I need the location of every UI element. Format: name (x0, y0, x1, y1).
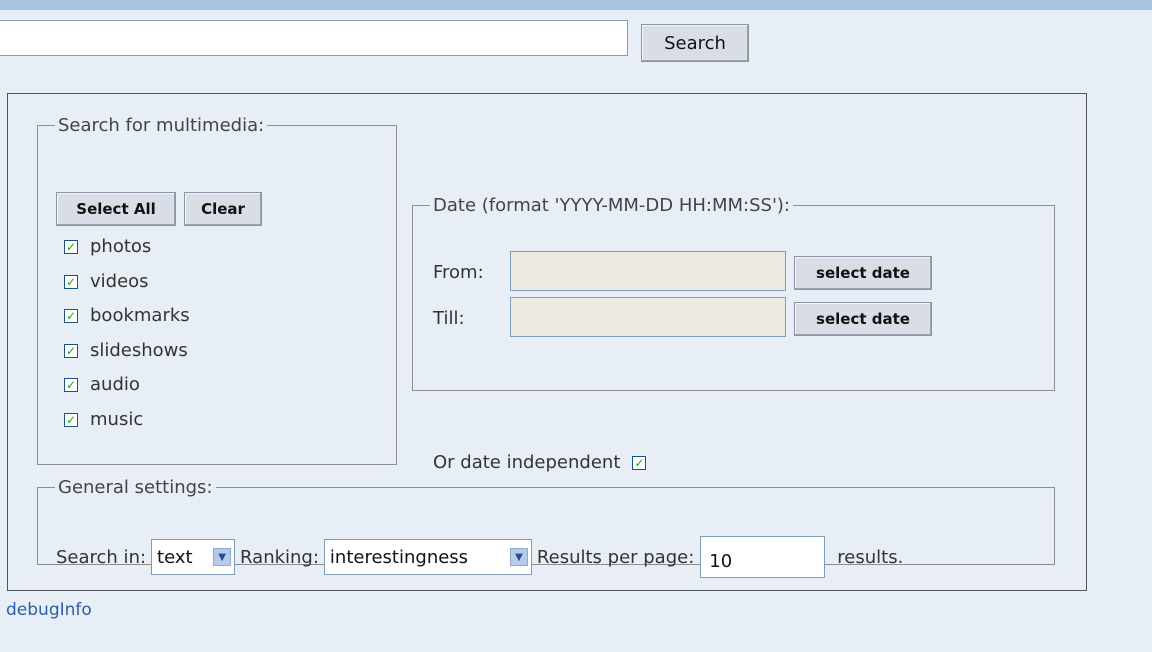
multimedia-group: Search for multimedia: Select All Clear … (37, 115, 397, 465)
bookmarks-checkbox[interactable]: ✓ (64, 309, 78, 323)
photos-label: photos (90, 236, 152, 257)
chevron-down-icon[interactable]: ▼ (509, 548, 528, 566)
search-options-panel: Search for multimedia: Select All Clear … (7, 93, 1087, 591)
search-input[interactable] (0, 20, 628, 56)
from-date-input[interactable] (510, 251, 786, 291)
media-item-music[interactable]: ✓ music (64, 409, 190, 444)
slideshows-checkbox[interactable]: ✓ (64, 343, 78, 358)
videos-checkbox[interactable]: ✓ (64, 274, 78, 289)
search-button[interactable]: Search (641, 24, 749, 62)
videos-label: videos (90, 270, 149, 292)
select-all-button[interactable]: Select All (56, 192, 176, 226)
audio-label: audio (90, 374, 140, 395)
search-in-select[interactable]: text ▼ (151, 539, 236, 575)
media-item-bookmarks[interactable]: ✓ bookmarks (64, 305, 190, 340)
clear-button[interactable]: Clear (184, 192, 262, 226)
music-label: music (90, 408, 144, 430)
multimedia-legend: Search for multimedia: (58, 115, 265, 136)
media-item-audio[interactable]: ✓ audio (64, 374, 190, 409)
media-item-videos[interactable]: ✓ videos (64, 271, 190, 306)
ranking-value: interestingness (329, 546, 469, 568)
results-suffix: results. (837, 546, 904, 568)
from-select-date-button[interactable]: select date (794, 256, 932, 290)
audio-checkbox[interactable]: ✓ (64, 378, 78, 392)
top-bar (0, 0, 1152, 10)
from-label: From: (433, 262, 484, 283)
slideshows-label: slideshows (90, 339, 188, 361)
date-group: Date (format 'YYYY-MM-DD HH:MM:SS'): Fro… (412, 195, 1055, 473)
date-independent-label: Or date independent (433, 452, 621, 473)
till-select-date-button[interactable]: select date (794, 302, 932, 336)
chevron-down-icon[interactable]: ▼ (213, 548, 232, 566)
photos-checkbox[interactable]: ✓ (64, 240, 78, 254)
till-date-input[interactable] (510, 297, 786, 337)
till-label: Till: (433, 308, 465, 329)
general-settings-group: General settings: Search in: text ▼ Rank… (37, 477, 1055, 578)
debug-info-link[interactable]: debugInfo (6, 600, 92, 620)
media-item-photos[interactable]: ✓ photos (64, 236, 190, 271)
ranking-label: Ranking: (240, 546, 319, 568)
date-independent-checkbox[interactable]: ✓ (632, 455, 647, 470)
music-checkbox[interactable]: ✓ (64, 412, 78, 427)
ranking-select[interactable]: interestingness ▼ (323, 539, 532, 575)
general-settings-row: Search in: text ▼ Ranking: interestingne… (56, 536, 903, 578)
media-type-list: ✓ photos ✓ videos ✓ bookmarks ✓ slidesho… (64, 236, 190, 443)
results-per-page-label: Results per page: (536, 546, 695, 568)
general-legend: General settings: (58, 477, 213, 498)
date-legend: Date (format 'YYYY-MM-DD HH:MM:SS'): (433, 195, 790, 216)
search-in-label: Search in: (56, 546, 147, 568)
search-in-value: text (157, 546, 193, 568)
bookmarks-label: bookmarks (90, 305, 190, 326)
media-item-slideshows[interactable]: ✓ slideshows (64, 340, 190, 375)
date-independent-option[interactable]: Or date independent ✓ (433, 452, 647, 473)
results-per-page-input[interactable] (700, 536, 826, 578)
